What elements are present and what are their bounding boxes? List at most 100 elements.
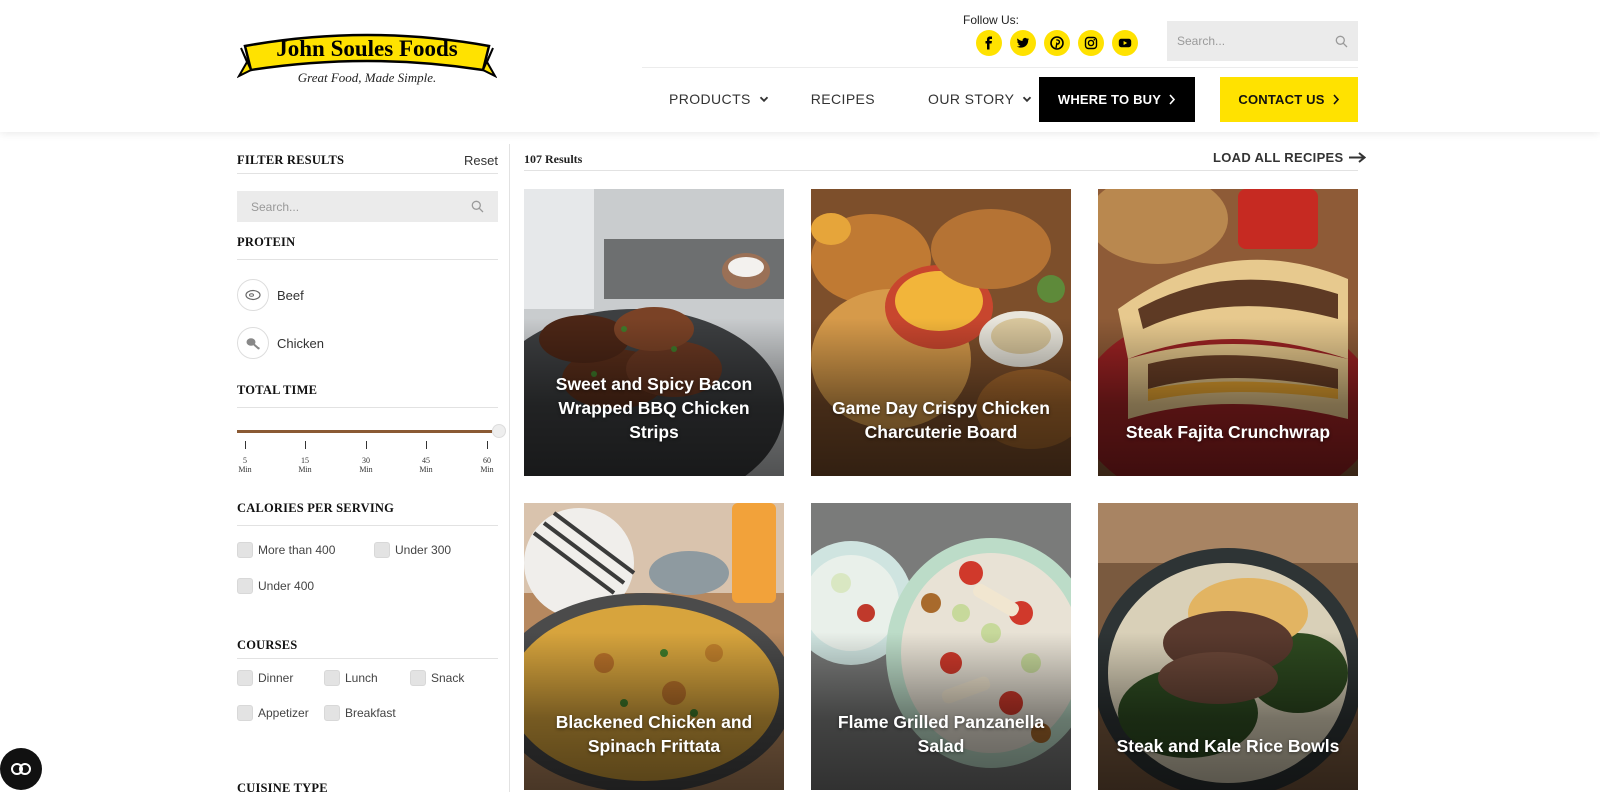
calories-option-under-300[interactable]: Under 300: [374, 542, 451, 558]
tick-unit: Min: [419, 465, 433, 474]
youtube-icon[interactable]: [1112, 30, 1138, 56]
checkbox[interactable]: [374, 542, 390, 558]
social-links: [976, 30, 1138, 56]
where-to-buy-label: WHERE TO BUY: [1057, 92, 1162, 107]
slider-tick: [245, 441, 246, 449]
tick-value: 30: [362, 456, 370, 465]
twitter-icon[interactable]: [1010, 30, 1036, 56]
checkbox[interactable]: [237, 670, 253, 686]
facebook-icon[interactable]: [976, 30, 1002, 56]
protein-label: Chicken: [277, 335, 324, 351]
checkbox-label: Lunch: [345, 671, 378, 685]
calories-option-under-400[interactable]: Under 400: [237, 578, 314, 594]
recipe-card[interactable]: Game Day Crispy Chicken Charcuterie Boar…: [811, 189, 1071, 476]
chevron-right-icon: [1169, 94, 1176, 105]
checkbox[interactable]: [237, 542, 253, 558]
column-divider: [509, 144, 510, 792]
slider-tick-label: 30 Min: [356, 456, 376, 474]
nav-recipes[interactable]: RECIPES: [811, 91, 875, 107]
load-all-label: LOAD ALL RECIPES: [1213, 150, 1344, 165]
recipe-card[interactable]: Blackened Chicken and Spinach Frittata: [524, 503, 784, 790]
recipe-title: Steak and Kale Rice Bowls: [1116, 736, 1340, 756]
total-time-title: TOTAL TIME: [237, 383, 318, 397]
tick-value: 15: [301, 456, 309, 465]
slider-tick-label: 5 Min: [235, 456, 255, 474]
recipe-search-input[interactable]: [251, 199, 471, 214]
reset-filters-link[interactable]: Reset: [464, 153, 498, 168]
divider: [237, 407, 498, 408]
pinterest-icon[interactable]: [1044, 30, 1070, 56]
checkbox[interactable]: [237, 705, 253, 721]
course-option-dinner[interactable]: Dinner: [237, 670, 293, 686]
checkbox[interactable]: [324, 705, 340, 721]
recipe-search: [237, 191, 498, 222]
header-search-input[interactable]: [1177, 34, 1335, 48]
time-slider-track[interactable]: [237, 430, 492, 433]
header-search: [1167, 21, 1358, 61]
tick-unit: Min: [480, 465, 494, 474]
checkbox[interactable]: [237, 578, 253, 594]
time-slider-handle[interactable]: [492, 424, 506, 438]
recipe-card[interactable]: Steak Fajita Crunchwrap: [1098, 189, 1358, 476]
contact-us-button[interactable]: CONTACT US: [1220, 77, 1358, 122]
checkbox[interactable]: [324, 670, 340, 686]
where-to-buy-button[interactable]: WHERE TO BUY: [1039, 77, 1195, 122]
nav-our-story[interactable]: OUR STORY: [928, 91, 1032, 107]
slider-tick: [487, 441, 488, 449]
course-option-breakfast[interactable]: Breakfast: [324, 705, 396, 721]
recipe-card[interactable]: Steak and Kale Rice Bowls: [1098, 503, 1358, 790]
recipe-card[interactable]: Sweet and Spicy Bacon Wrapped BBQ Chicke…: [524, 189, 784, 476]
arrow-right-icon: [1349, 152, 1367, 163]
svg-text:Great Food, Made Simple.: Great Food, Made Simple.: [298, 70, 437, 85]
nav-recipes-label: RECIPES: [810, 91, 876, 107]
chevron-right-icon: [1333, 94, 1339, 105]
tick-value: 60: [483, 456, 491, 465]
tick-unit: Min: [298, 465, 312, 474]
cookie-settings-button[interactable]: [0, 748, 42, 790]
protein-title: PROTEIN: [237, 235, 296, 249]
course-option-appetizer[interactable]: Appetizer: [237, 705, 309, 721]
instagram-icon[interactable]: [1078, 30, 1104, 56]
svg-text:John Soules Foods: John Soules Foods: [276, 36, 458, 61]
recipe-card[interactable]: Flame Grilled Panzanella Salad: [811, 503, 1071, 790]
protein-option-beef[interactable]: Beef: [237, 279, 304, 311]
calories-option-more-than-400[interactable]: More than 400: [237, 542, 335, 558]
slider-tick-label: 15 Min: [295, 456, 315, 474]
search-icon[interactable]: [471, 200, 484, 213]
cookie-settings-icon: [11, 763, 31, 775]
nav-divider: [642, 67, 1358, 68]
chevron-down-icon: [759, 96, 768, 103]
slider-tick: [426, 441, 427, 449]
load-all-recipes-link[interactable]: LOAD ALL RECIPES: [1213, 150, 1367, 165]
tick-unit: Min: [238, 465, 252, 474]
slider-tick-label: 45 Min: [416, 456, 436, 474]
protein-option-chicken[interactable]: Chicken: [237, 327, 324, 359]
slider-tick: [305, 441, 306, 449]
chicken-leg-icon: [237, 327, 269, 359]
course-option-lunch[interactable]: Lunch: [324, 670, 378, 686]
recipe-title: Sweet and Spicy Bacon Wrapped BBQ Chicke…: [555, 374, 753, 442]
search-icon[interactable]: [1335, 35, 1348, 48]
checkbox[interactable]: [410, 670, 426, 686]
site-header: John Soules Foods Great Food, Made Simpl…: [0, 0, 1600, 132]
divider: [237, 658, 498, 659]
filter-results-title: FILTER RESULTS: [237, 153, 345, 167]
nav-products[interactable]: PRODUCTS: [669, 91, 769, 107]
nav-products-label: PRODUCTS: [669, 91, 751, 107]
slider-tick: [366, 441, 367, 449]
brand-logo[interactable]: John Soules Foods Great Food, Made Simpl…: [237, 26, 497, 88]
divider: [524, 170, 1358, 171]
slider-tick-label: 60 Min: [477, 456, 497, 474]
course-option-snack[interactable]: Snack: [410, 670, 464, 686]
checkbox-label: More than 400: [258, 543, 336, 557]
tick-unit: Min: [359, 465, 373, 474]
filter-header: FILTER RESULTS Reset: [237, 153, 498, 168]
checkbox-label: Under 400: [258, 579, 315, 593]
follow-us-label: Follow Us:: [963, 13, 1020, 27]
checkbox-label: Appetizer: [258, 706, 309, 720]
contact-us-label: CONTACT US: [1238, 92, 1325, 107]
cuisine-title: CUISINE TYPE: [237, 781, 328, 792]
recipe-title: Blackened Chicken and Spinach Frittata: [555, 712, 753, 756]
checkbox-label: Breakfast: [345, 706, 396, 720]
nav-our-story-label: OUR STORY: [928, 91, 1015, 107]
